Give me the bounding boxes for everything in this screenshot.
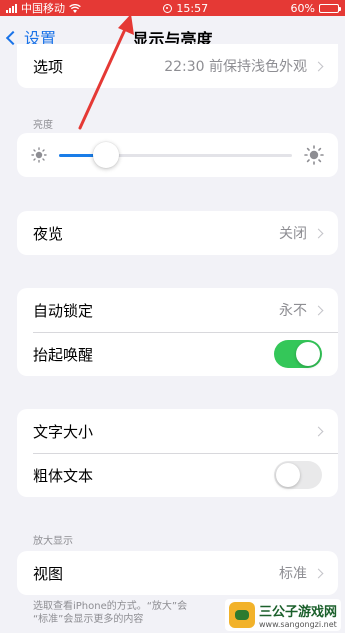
annotation-arrow bbox=[78, 14, 134, 130]
watermark-url: www.sangongzi.net bbox=[258, 620, 337, 629]
watermark: 三公子游戏网 www.sangongzi.net bbox=[224, 599, 341, 631]
watermark-logo-icon bbox=[228, 602, 255, 628]
watermark-text: 三公子游戏网 www.sangongzi.net bbox=[259, 601, 337, 629]
watermark-title: 三公子游戏网 bbox=[258, 605, 337, 620]
